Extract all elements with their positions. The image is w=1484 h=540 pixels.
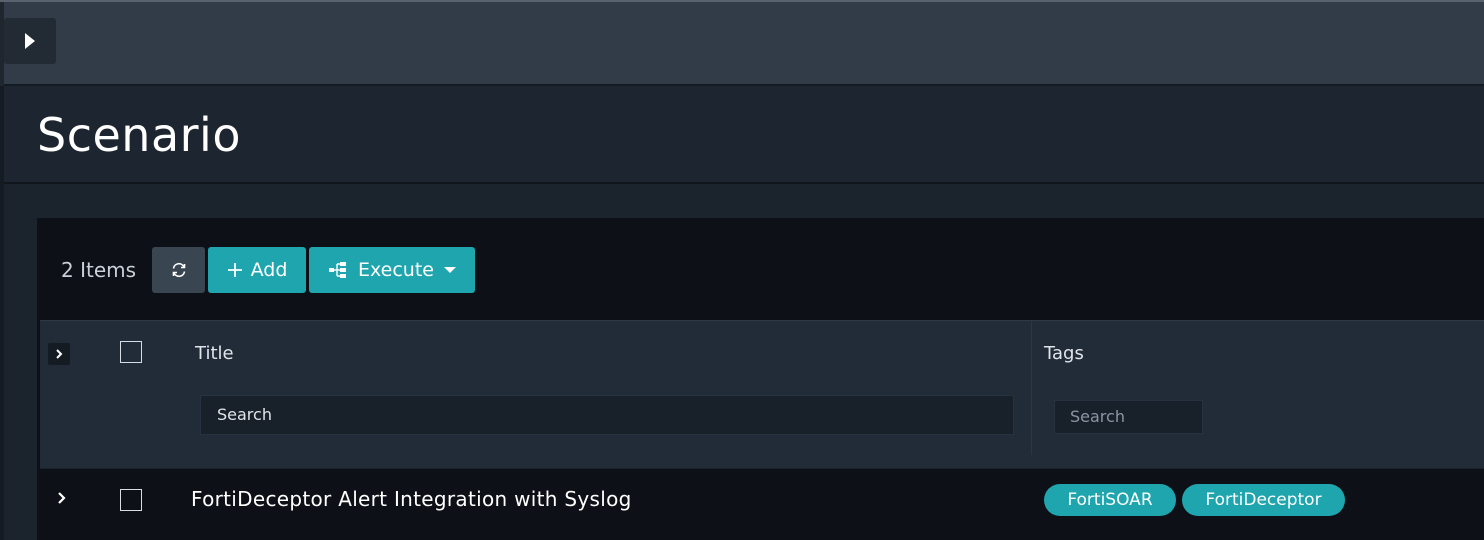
column-header-title[interactable]: Title [195, 343, 234, 364]
column-header-tags[interactable]: Tags [1044, 343, 1084, 364]
row-checkbox[interactable] [120, 489, 142, 511]
items-count: 2 Items [61, 258, 137, 282]
sidebar-toggle-icon [25, 33, 35, 49]
add-button-label: Add [250, 259, 288, 281]
title-search-input[interactable]: Search [200, 395, 1014, 435]
caret-down-icon [443, 267, 456, 273]
row-title[interactable]: FortiDeceptor Alert Integration with Sys… [191, 487, 632, 511]
plus-icon [227, 263, 242, 277]
top-bar [0, 0, 1484, 88]
page-header: Scenario [4, 86, 1484, 184]
row-expand-button[interactable] [54, 488, 68, 508]
column-divider[interactable] [1031, 321, 1032, 455]
chevron-right-icon [56, 349, 63, 359]
grid-panel: 2 Items Add Execute Title Tags Search Se… [37, 218, 1484, 540]
refresh-button[interactable] [152, 247, 205, 293]
add-button[interactable]: Add [208, 247, 306, 293]
refresh-icon [172, 262, 185, 278]
table-header: Title Tags Search Search [40, 320, 1484, 468]
execute-button-label: Execute [358, 259, 434, 281]
tag-badge: FortiDeceptor [1182, 484, 1345, 516]
expand-all-button[interactable] [48, 343, 70, 365]
tags-search-input[interactable]: Search [1054, 400, 1203, 434]
page-title: Scenario [37, 108, 241, 162]
content-area: 2 Items Add Execute Title Tags Search Se… [4, 186, 1484, 540]
playbook-icon [329, 262, 346, 278]
sidebar-toggle-button[interactable] [4, 18, 56, 64]
chevron-right-icon [58, 492, 66, 504]
table-row[interactable]: FortiDeceptor Alert Integration with Sys… [40, 468, 1484, 528]
select-all-checkbox[interactable] [120, 341, 142, 363]
tag-badge: FortiSOAR [1044, 484, 1176, 516]
execute-button[interactable]: Execute [309, 247, 475, 293]
